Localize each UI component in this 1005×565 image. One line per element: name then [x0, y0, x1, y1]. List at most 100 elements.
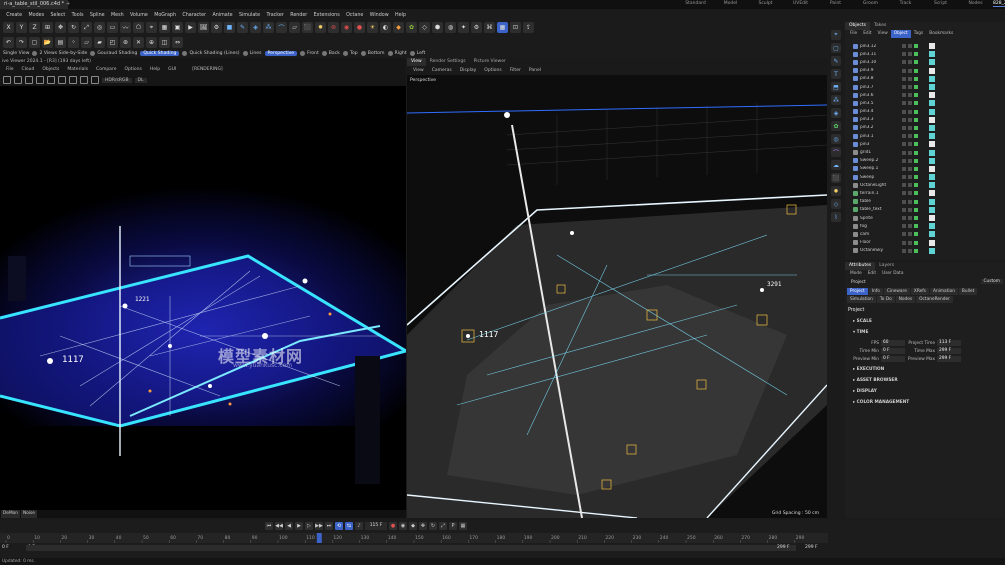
material-tag-icon[interactable] [929, 198, 935, 205]
move-tool-icon[interactable]: ✥ [55, 22, 66, 33]
layout-sculpt[interactable]: Sculpt [748, 1, 783, 7]
vp-menu-cameras[interactable]: Cameras [428, 66, 456, 75]
section-time[interactable]: ▾ TIME [845, 327, 1005, 338]
lv-settings-icon[interactable] [91, 76, 99, 84]
visibility-dot-icon[interactable] [908, 224, 912, 229]
current-frame-field[interactable]: 115 F [365, 522, 387, 530]
object-name[interactable]: pin3.3 [860, 117, 902, 122]
subtab-cineware[interactable]: Cineware [883, 288, 910, 295]
object-name[interactable]: pin3.10 [860, 60, 902, 65]
material-tag-icon[interactable] [929, 215, 935, 222]
object-row[interactable]: pin3.12 [845, 42, 1005, 50]
camera-icon[interactable]: ⬛ [302, 22, 313, 33]
quick-lines-option[interactable]: Quick Shading (Lines) [182, 51, 240, 56]
visibility-dot-icon[interactable] [902, 125, 906, 130]
text-spline-icon[interactable]: T [831, 69, 841, 79]
visibility-dot-icon[interactable] [902, 101, 906, 106]
extrude-icon[interactable]: ⬒ [831, 82, 841, 92]
vp-menu-panel[interactable]: Panel [525, 66, 545, 75]
pass-select[interactable]: DL [134, 77, 147, 83]
material-tag-icon[interactable] [929, 51, 935, 58]
octane-object-icon[interactable]: ✿ [406, 22, 417, 33]
object-name[interactable]: cam [860, 232, 902, 237]
object-name[interactable]: Sweep.2 [860, 158, 902, 163]
object-name[interactable]: pin3.4 [860, 109, 902, 114]
lv-menu-file[interactable]: File [2, 66, 18, 74]
object-row[interactable]: pin3.5 [845, 99, 1005, 107]
material-tag-icon[interactable] [929, 59, 935, 66]
visibility-dot-icon[interactable] [908, 60, 912, 65]
object-name[interactable]: table [860, 199, 902, 204]
enabled-check-icon[interactable] [914, 76, 918, 81]
material-tag-icon[interactable] [929, 43, 935, 50]
bottom-option[interactable]: Bottom [360, 51, 385, 56]
menu-create[interactable]: Create [3, 11, 25, 20]
enabled-check-icon[interactable] [914, 93, 918, 98]
tab-picture-viewer[interactable]: Picture Viewer [470, 58, 510, 66]
enabled-check-icon[interactable] [914, 44, 918, 49]
visibility-dot-icon[interactable] [902, 52, 906, 57]
vp-menu-filter[interactable]: Filter [506, 66, 525, 75]
enabled-check-icon[interactable] [914, 166, 918, 171]
vp-menu-view[interactable]: View [409, 66, 428, 75]
object-name[interactable]: pin3.6 [860, 93, 902, 98]
object-name[interactable]: pin3.1 [860, 134, 902, 139]
fps-field[interactable]: 60 [881, 340, 905, 346]
layout-script[interactable]: Script [923, 1, 958, 7]
cloner-icon[interactable]: ⁂ [263, 22, 274, 33]
enabled-check-icon[interactable] [914, 191, 918, 196]
open-icon[interactable]: 📂 [42, 36, 53, 48]
visibility-dot-icon[interactable] [908, 150, 912, 155]
visibility-dot-icon[interactable] [902, 248, 906, 253]
visibility-dot-icon[interactable] [902, 224, 906, 229]
tab-objects[interactable]: Objects [845, 22, 871, 30]
octane-icon[interactable]: ⊚ [328, 22, 339, 33]
render-settings-icon[interactable]: ⚙ [211, 22, 222, 33]
menu-help[interactable]: Help [392, 11, 409, 20]
3d-scene-view[interactable]: 1117 3291 [407, 75, 827, 518]
octane-grid-icon[interactable]: ▦ [497, 22, 508, 33]
lv-menu-gui[interactable]: GUI [164, 66, 180, 74]
range-start-a[interactable]: 0 F [2, 545, 9, 550]
single-view-option[interactable]: Single View [3, 51, 29, 56]
visibility-dot-icon[interactable] [902, 183, 906, 188]
object-name[interactable]: pin3 [860, 142, 902, 147]
object-name[interactable]: grid1 [860, 150, 902, 155]
material-tag-icon[interactable] [929, 174, 935, 181]
menu-volume[interactable]: Volume [127, 11, 151, 20]
vp-menu-options[interactable]: Options [480, 66, 505, 75]
menu-window[interactable]: Window [367, 11, 392, 20]
next-key-icon[interactable]: ▶▶ [315, 522, 323, 530]
model-mode-icon[interactable]: ▤ [55, 36, 66, 48]
tweak-icon[interactable]: ✕ [133, 36, 144, 48]
mograph-cloner-icon[interactable]: ✿ [831, 121, 841, 131]
om-menu-edit[interactable]: Edit [860, 30, 874, 38]
tag-icon[interactable]: ◇ [831, 199, 841, 209]
visibility-flags[interactable] [902, 240, 918, 245]
left-option[interactable]: Left [409, 51, 425, 56]
lv-restart-icon[interactable] [14, 76, 22, 84]
menu-octane[interactable]: Octane [343, 11, 367, 20]
loop-icon[interactable]: ⟲ [335, 522, 343, 530]
visibility-flags[interactable] [902, 216, 918, 221]
visibility-flags[interactable] [902, 44, 918, 49]
time-max-field[interactable]: 299 F [937, 348, 961, 354]
menu-mesh[interactable]: Mesh [108, 11, 127, 20]
playhead[interactable] [316, 533, 322, 543]
section-asset-browser[interactable]: ▸ ASSET BROWSER [845, 375, 1005, 386]
object-row[interactable]: OctaneLight [845, 181, 1005, 189]
section-scale[interactable]: ▸ SCALE [845, 316, 1005, 327]
object-row[interactable]: Sweep.1 [845, 165, 1005, 173]
key-rotation-icon[interactable]: ↻ [429, 522, 437, 530]
live-select-icon[interactable]: ◎ [94, 22, 105, 33]
layout-nodes[interactable]: Nodes [958, 1, 993, 7]
visibility-dot-icon[interactable] [908, 117, 912, 122]
enabled-check-icon[interactable] [914, 101, 918, 106]
world-axis-icon[interactable]: ⊞ [42, 22, 53, 33]
render-view-icon[interactable]: ▶ [185, 22, 196, 33]
gouraud-option[interactable]: Gouraud Shading [90, 51, 137, 56]
menu-extensions[interactable]: Extensions [310, 11, 342, 20]
lv-menu-compare[interactable]: Compare [92, 66, 120, 74]
section-color-management[interactable]: ▸ COLOR MANAGEMENT [845, 397, 1005, 408]
visibility-dot-icon[interactable] [908, 175, 912, 180]
